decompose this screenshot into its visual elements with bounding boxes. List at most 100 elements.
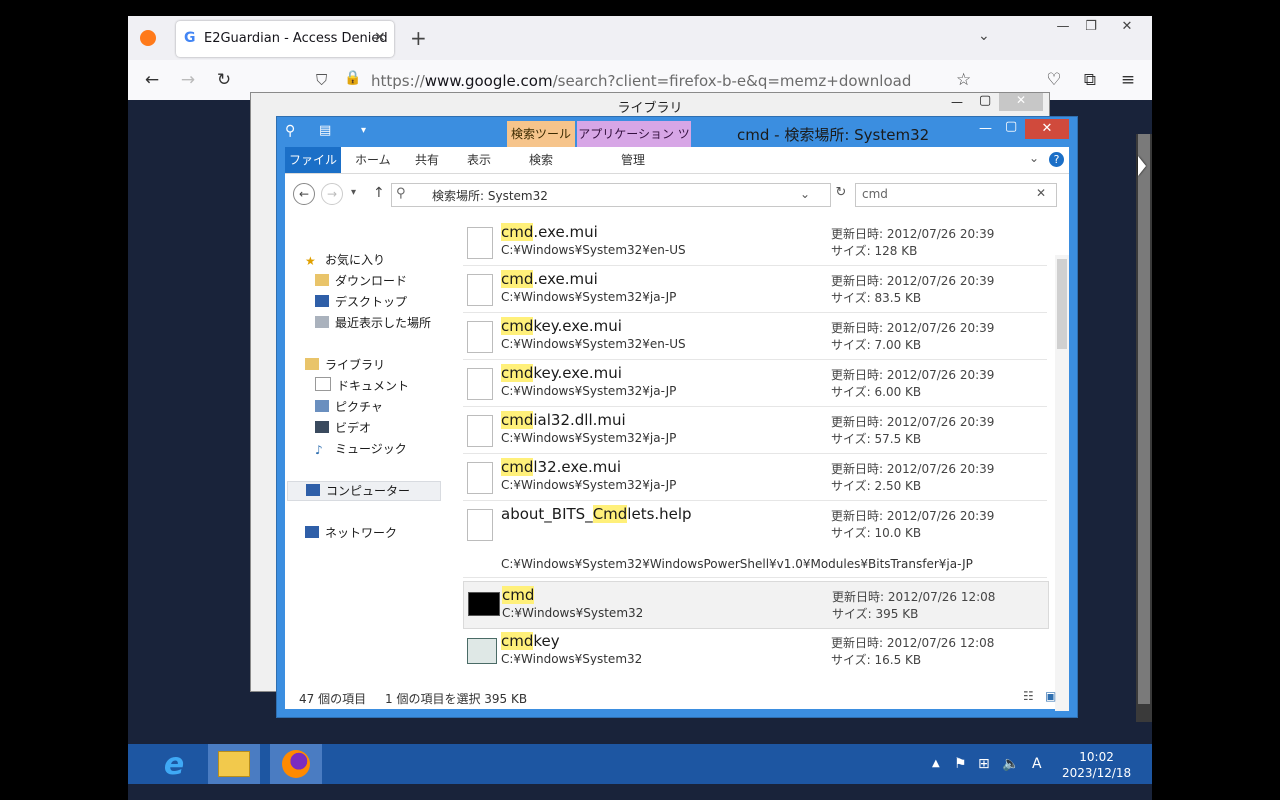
result-row[interactable]: cmdkey C:¥Windows¥System32 更新日時: 2012/07/2… bbox=[463, 628, 1047, 665]
volume-icon[interactable]: 🔈 bbox=[1002, 756, 1019, 772]
search-input[interactable]: cmd bbox=[862, 187, 888, 201]
recent-locations-chevron-icon[interactable]: ▾ bbox=[351, 187, 356, 198]
lock-icon[interactable]: 🔒 bbox=[344, 70, 361, 86]
explorer-minimize-button[interactable]: — bbox=[979, 121, 992, 136]
google-favicon-icon: G bbox=[184, 30, 196, 46]
clock[interactable]: 10:02 2023/12/18 bbox=[1062, 749, 1131, 781]
library-close-button[interactable]: ✕ bbox=[999, 93, 1043, 111]
ribbon-expand-chevron-icon[interactable]: ⌄ bbox=[1029, 151, 1039, 165]
file-icon bbox=[467, 368, 493, 400]
result-path: C:¥Windows¥System32 bbox=[502, 606, 644, 620]
back-button[interactable]: ← bbox=[140, 68, 164, 92]
nav-network[interactable]: ネットワーク bbox=[305, 524, 397, 544]
nav-videos[interactable]: ビデオ bbox=[315, 419, 371, 439]
command-prompt-icon bbox=[468, 592, 500, 616]
reload-button[interactable]: ↻ bbox=[212, 68, 236, 92]
search-highlight: cmd bbox=[501, 364, 534, 382]
forward-arrow-icon[interactable]: → bbox=[321, 183, 343, 205]
result-name: cmd.exe.mui bbox=[501, 223, 598, 241]
tab-list-chevron-icon[interactable]: ⌄ bbox=[978, 28, 990, 44]
bookmark-star-icon[interactable]: ☆ bbox=[956, 70, 971, 90]
menu-icon[interactable]: ≡ bbox=[1116, 68, 1140, 92]
result-row[interactable]: about_BITS_Cmdlets.help C:¥Windows¥System… bbox=[463, 501, 1047, 578]
application-tools-context-tab[interactable]: アプリケーション ツール bbox=[577, 121, 691, 167]
nav-pictures[interactable]: ピクチャ bbox=[315, 398, 383, 418]
internet-explorer-button[interactable]: e bbox=[148, 744, 200, 784]
tab-manage[interactable]: 管理 bbox=[621, 151, 645, 168]
nav-favorites[interactable]: ★ お気に入り bbox=[305, 251, 385, 271]
help-file-icon bbox=[467, 509, 493, 541]
nav-music[interactable]: ♪ ミュージック bbox=[315, 440, 407, 460]
search-highlight: cmd bbox=[501, 317, 534, 335]
name-part: .exe.mui bbox=[533, 270, 598, 288]
quick-access-properties-icon[interactable]: ▤ bbox=[319, 123, 331, 138]
result-row[interactable]: cmd C:¥Windows¥System32 更新日時: 2012/07/26 1… bbox=[463, 581, 1049, 629]
search-highlight: cmd bbox=[502, 586, 535, 604]
page-scrollbar-thumb[interactable] bbox=[1138, 134, 1150, 704]
result-row[interactable]: cmdial32.dll.mui C:¥Windows¥System32¥ja-J… bbox=[463, 407, 1047, 454]
search-tools-context-tab[interactable]: 検索ツール bbox=[507, 121, 575, 147]
file-icon bbox=[467, 227, 493, 259]
library-maximize-button[interactable]: ▢ bbox=[979, 93, 991, 108]
tab-close-button[interactable]: × bbox=[374, 29, 386, 45]
details-view-icon[interactable]: ☷ bbox=[1023, 689, 1034, 703]
tab-search[interactable]: 検索 bbox=[529, 151, 553, 168]
result-modified: 更新日時: 2012/07/26 20:39 bbox=[831, 321, 995, 335]
item-count: 47 個の項目 bbox=[299, 692, 367, 706]
file-explorer-button[interactable] bbox=[208, 744, 260, 784]
forward-button[interactable]: → bbox=[176, 68, 200, 92]
search-highlight: cmd bbox=[501, 270, 534, 288]
network-tray-icon[interactable]: ⊞ bbox=[978, 756, 990, 772]
search-clear-icon[interactable]: ✕ bbox=[1036, 186, 1046, 200]
new-tab-button[interactable]: + bbox=[410, 26, 427, 50]
tab-share[interactable]: 共有 bbox=[415, 151, 439, 168]
ime-indicator[interactable]: A bbox=[1032, 756, 1042, 772]
result-row[interactable]: cmdkey.exe.mui C:¥Windows¥System32¥ja-JP 更… bbox=[463, 360, 1047, 407]
result-size: サイズ: 6.00 KB bbox=[831, 385, 922, 399]
back-arrow-icon[interactable]: ← bbox=[293, 183, 315, 205]
nav-libraries[interactable]: ライブラリ bbox=[305, 356, 385, 376]
tab-file[interactable]: ファイル bbox=[285, 147, 341, 173]
nav-documents[interactable]: ドキュメント bbox=[315, 377, 409, 397]
result-size: サイズ: 128 KB bbox=[831, 244, 918, 258]
refresh-icon[interactable]: ↻ bbox=[831, 185, 851, 205]
extensions-icon[interactable]: ⧉ bbox=[1078, 68, 1102, 92]
computer-icon bbox=[306, 484, 320, 496]
show-hidden-icons-icon[interactable]: ▲ bbox=[932, 758, 940, 769]
firefox-view-icon[interactable] bbox=[140, 30, 156, 46]
browser-tab[interactable]: G E2Guardian - Access Denied × bbox=[176, 21, 394, 57]
firefox-button[interactable] bbox=[270, 744, 322, 784]
close-button[interactable]: ✕ bbox=[1110, 16, 1144, 36]
tab-home[interactable]: ホーム bbox=[355, 151, 391, 168]
cmdkey-icon bbox=[467, 638, 497, 664]
nav-desktop[interactable]: デスクトップ bbox=[315, 293, 407, 313]
nav-computer[interactable]: コンピューター bbox=[287, 481, 441, 501]
explorer-maximize-button[interactable]: ▢ bbox=[1005, 119, 1017, 134]
result-row[interactable]: cmdkey.exe.mui C:¥Windows¥System32¥en-US 更… bbox=[463, 313, 1047, 360]
address-dropdown-icon[interactable]: ⌄ bbox=[800, 187, 810, 201]
up-arrow-icon[interactable]: ↑ bbox=[373, 185, 385, 201]
tab-view[interactable]: 表示 bbox=[467, 151, 491, 168]
search-box[interactable]: cmd ✕ bbox=[855, 183, 1057, 207]
nav-recent[interactable]: 最近表示した場所 bbox=[315, 314, 431, 334]
result-row[interactable]: cmd.exe.mui C:¥Windows¥System32¥ja-JP 更新日時… bbox=[463, 266, 1047, 313]
result-size: サイズ: 2.50 KB bbox=[831, 479, 922, 493]
address-bar[interactable]: ⚲ 検索場所: System32 ⌄ bbox=[391, 183, 831, 207]
pocket-icon[interactable]: ♡ bbox=[1042, 68, 1066, 92]
shield-icon[interactable]: ⛉ bbox=[316, 71, 327, 89]
quick-access-dropdown-icon[interactable]: ▾ bbox=[361, 125, 366, 136]
file-icon bbox=[467, 415, 493, 447]
action-center-flag-icon[interactable]: ⚑ bbox=[954, 756, 967, 772]
library-minimize-button[interactable]: — bbox=[951, 95, 963, 109]
quick-access-search-icon[interactable]: ⚲ bbox=[285, 123, 295, 139]
result-row[interactable]: cmdl32.exe.mui C:¥Windows¥System32¥ja-JP 更… bbox=[463, 454, 1047, 501]
explorer-close-button[interactable]: ✕ bbox=[1025, 119, 1069, 139]
result-row[interactable]: cmd.exe.mui C:¥Windows¥System32¥en-US 更新日時… bbox=[463, 219, 1047, 266]
large-icons-view-icon[interactable]: ▣ bbox=[1045, 689, 1056, 703]
maximize-button[interactable]: ❐ bbox=[1074, 16, 1108, 36]
name-part: key bbox=[533, 632, 560, 650]
nav-downloads[interactable]: ダウンロード bbox=[315, 272, 407, 292]
status-bar: 47 個の項目 1 個の項目を選択 395 KB ☷ ▣ bbox=[285, 687, 1069, 709]
results-scrollbar-thumb[interactable] bbox=[1057, 259, 1067, 349]
help-icon[interactable]: ? bbox=[1049, 152, 1064, 167]
